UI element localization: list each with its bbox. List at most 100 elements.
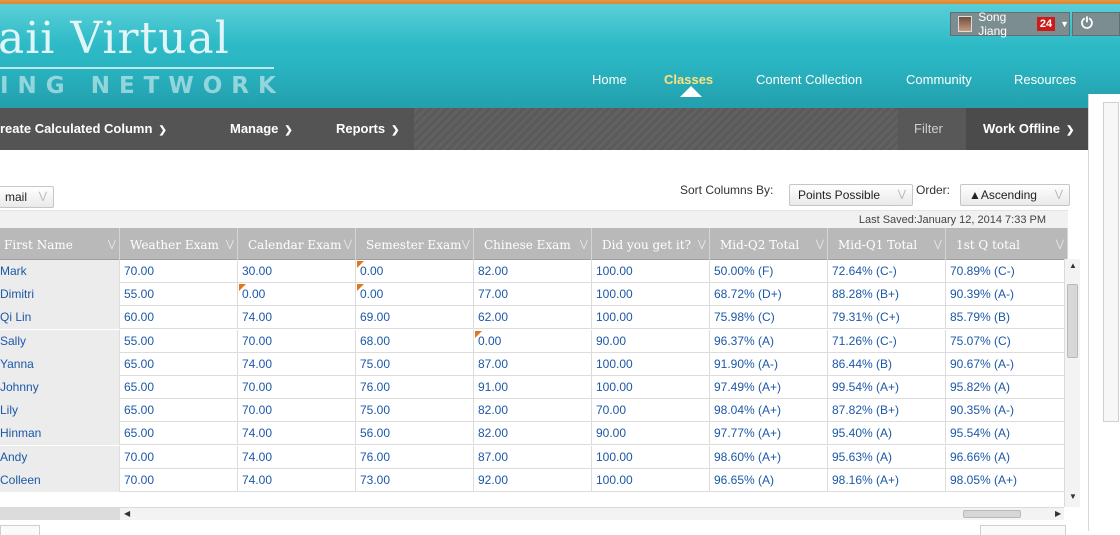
chevron-down-icon[interactable]: ▼ <box>1060 19 1069 29</box>
user-menu[interactable]: Song Jiang 24 ▼ <box>950 10 1070 38</box>
student-name-cell[interactable]: Sally <box>0 329 120 353</box>
grade-cell[interactable]: 0.00 <box>356 283 474 307</box>
grade-cell[interactable]: 74.00 <box>238 422 356 446</box>
grade-cell[interactable]: 75.00 <box>356 352 474 376</box>
grade-cell[interactable]: 90.00 <box>592 422 710 446</box>
grade-cell[interactable]: 73.00 <box>356 468 474 492</box>
create-calculated-column-menu[interactable]: reate Calculated Column ❯ <box>0 108 167 150</box>
column-header[interactable]: Weather Exam ⋁ <box>120 228 238 260</box>
nav-tab-community[interactable]: Community <box>906 72 972 87</box>
grade-cell[interactable]: 91.90% (A-) <box>710 352 828 376</box>
grade-cell[interactable]: 96.66% (A) <box>946 445 1068 469</box>
email-button[interactable]: mail ⋁ <box>0 186 54 208</box>
grade-cell[interactable]: 92.00 <box>474 468 592 492</box>
student-name-cell[interactable]: Qi Lin <box>0 306 120 330</box>
grade-cell[interactable]: 100.00 <box>592 445 710 469</box>
grade-cell[interactable]: 90.35% (A-) <box>946 399 1068 423</box>
grade-cell[interactable]: 30.00 <box>238 260 356 283</box>
student-name-cell[interactable]: Andy <box>0 445 120 469</box>
grade-cell[interactable]: 86.44% (B) <box>828 352 946 376</box>
scroll-right-icon[interactable]: ▶ <box>1055 509 1061 518</box>
chevron-down-icon[interactable]: ⋁ <box>816 228 824 260</box>
grade-cell[interactable]: 70.00 <box>238 399 356 423</box>
grade-cell[interactable]: 87.00 <box>474 352 592 376</box>
grade-cell[interactable]: 76.00 <box>356 445 474 469</box>
student-name-cell[interactable]: Colleen <box>0 468 120 492</box>
column-header[interactable]: Chinese Exam ⋁ <box>474 228 592 260</box>
grade-cell[interactable]: 0.00 <box>238 283 356 307</box>
sort-columns-select[interactable]: Points Possible ⋁ <box>789 184 913 206</box>
chevron-down-icon[interactable]: ⋁ <box>344 228 352 260</box>
grade-cell[interactable]: 82.00 <box>474 260 592 283</box>
chevron-down-icon[interactable]: ⋁ <box>580 228 588 260</box>
grade-cell[interactable]: 91.00 <box>474 376 592 399</box>
scroll-thumb[interactable] <box>1067 284 1078 358</box>
brand-logo-title[interactable]: aii Virtual <box>0 16 230 62</box>
student-name-cell[interactable]: Hinman <box>0 422 120 446</box>
student-name-cell[interactable]: Dimitri <box>0 283 120 307</box>
grade-cell[interactable]: 71.26% (C-) <box>828 329 946 353</box>
grade-cell[interactable]: 96.65% (A) <box>710 468 828 492</box>
grade-cell[interactable]: 77.00 <box>474 283 592 307</box>
column-header[interactable]: First Name ⋁ <box>0 228 120 260</box>
grade-cell[interactable]: 55.00 <box>120 283 238 307</box>
logout-button[interactable]: ⏻ <box>1072 12 1120 36</box>
browser-scrollbar[interactable] <box>1103 102 1119 422</box>
grade-cell[interactable]: 50.00% (F) <box>710 260 828 283</box>
grade-cell[interactable]: 60.00 <box>120 306 238 330</box>
student-name-cell[interactable]: Yanna <box>0 352 120 376</box>
grade-cell[interactable]: 65.00 <box>120 422 238 446</box>
scroll-up-icon[interactable]: ▲ <box>1069 261 1077 270</box>
grade-cell[interactable]: 97.49% (A+) <box>710 376 828 399</box>
grade-cell[interactable]: 85.79% (B) <box>946 306 1068 330</box>
grade-cell[interactable]: 90.00 <box>592 329 710 353</box>
nav-tab-classes[interactable]: Classes <box>664 72 713 87</box>
chevron-down-icon[interactable]: ⋁ <box>226 228 234 260</box>
grade-cell[interactable]: 70.00 <box>238 376 356 399</box>
grade-cell[interactable]: 90.39% (A-) <box>946 283 1068 307</box>
column-header[interactable]: Mid-Q1 Total ⋁ <box>828 228 946 260</box>
grade-cell[interactable]: 95.40% (A) <box>828 422 946 446</box>
grade-cell[interactable]: 82.00 <box>474 422 592 446</box>
grade-cell[interactable]: 95.54% (A) <box>946 422 1068 446</box>
bottom-right-control[interactable] <box>980 525 1066 535</box>
student-name-cell[interactable]: Johnny <box>0 376 120 399</box>
chevron-down-icon[interactable]: ⋁ <box>462 228 470 260</box>
grade-cell[interactable]: 69.00 <box>356 306 474 330</box>
grade-cell[interactable]: 70.00 <box>120 260 238 283</box>
grade-cell[interactable]: 75.07% (C) <box>946 329 1068 353</box>
grade-cell[interactable]: 97.77% (A+) <box>710 422 828 446</box>
grade-cell[interactable]: 100.00 <box>592 376 710 399</box>
filter-button[interactable]: Filter <box>898 108 966 150</box>
column-header[interactable]: Did you get it? ⋁ <box>592 228 710 260</box>
column-header[interactable]: 1st Q total ⋁ <box>946 228 1068 260</box>
grade-cell[interactable]: 65.00 <box>120 399 238 423</box>
notification-badge[interactable]: 24 <box>1036 17 1056 31</box>
grade-cell[interactable]: 65.00 <box>120 352 238 376</box>
chevron-down-icon[interactable]: ⋁ <box>698 228 706 260</box>
student-name-cell[interactable]: Mark <box>0 260 120 283</box>
grade-cell[interactable]: 75.98% (C) <box>710 306 828 330</box>
grade-cell[interactable]: 96.37% (A) <box>710 329 828 353</box>
grade-cell[interactable]: 98.16% (A+) <box>828 468 946 492</box>
grade-cell[interactable]: 74.00 <box>238 468 356 492</box>
grade-cell[interactable]: 90.67% (A-) <box>946 352 1068 376</box>
grade-cell[interactable]: 100.00 <box>592 260 710 283</box>
grade-cell[interactable]: 70.00 <box>238 329 356 353</box>
grade-cell[interactable]: 56.00 <box>356 422 474 446</box>
grade-cell[interactable]: 98.60% (A+) <box>710 445 828 469</box>
grade-cell[interactable]: 0.00 <box>474 329 592 353</box>
scroll-thumb[interactable] <box>963 510 1021 518</box>
scroll-down-icon[interactable]: ▼ <box>1069 492 1077 501</box>
nav-tab-resources[interactable]: Resources <box>1014 72 1076 87</box>
grade-cell[interactable]: 87.00 <box>474 445 592 469</box>
grid-vertical-scrollbar[interactable]: ▲ ▼ <box>1064 259 1080 507</box>
grade-cell[interactable]: 100.00 <box>592 352 710 376</box>
bottom-left-control[interactable] <box>0 525 40 535</box>
grade-cell[interactable]: 70.89% (C-) <box>946 260 1068 283</box>
reports-menu[interactable]: Reports ❯ <box>336 108 400 150</box>
grade-cell[interactable]: 68.00 <box>356 329 474 353</box>
grade-cell[interactable]: 100.00 <box>592 468 710 492</box>
student-name-cell[interactable]: Lily <box>0 399 120 423</box>
nav-tab-home[interactable]: Home <box>592 72 627 87</box>
